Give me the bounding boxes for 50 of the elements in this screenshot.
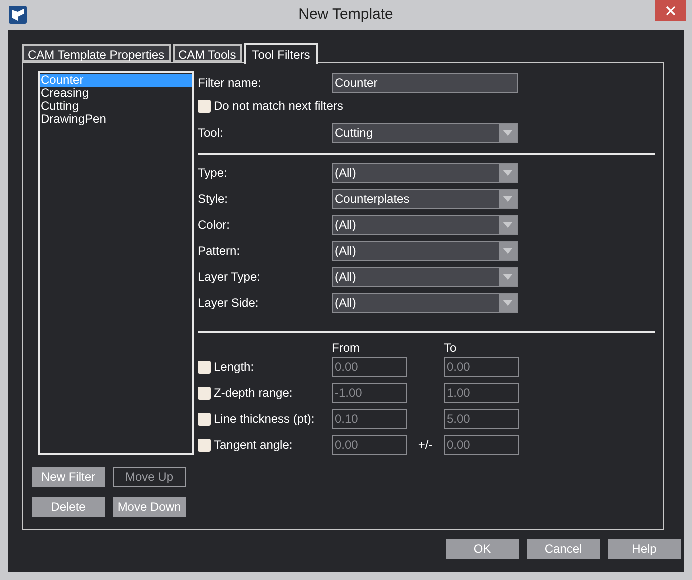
field-label: Type: xyxy=(198,165,228,182)
tab[interactable]: CAM Template Properties xyxy=(22,44,170,62)
dropdown[interactable]: (All) xyxy=(332,215,518,235)
field-label: Layer Type: xyxy=(198,269,262,286)
list-item[interactable]: Counter xyxy=(40,74,192,87)
field-label: Length: xyxy=(214,359,254,376)
field-label: Layer Side: xyxy=(198,295,260,312)
column-header: To xyxy=(444,340,457,353)
dropdown-arrow-icon xyxy=(503,274,513,280)
dropdown[interactable]: (All) xyxy=(332,163,518,183)
dropdown-arrow-icon xyxy=(503,170,513,176)
checkbox[interactable] xyxy=(198,100,211,112)
dropdown[interactable]: (All) xyxy=(332,267,518,287)
dropdown-arrow-icon xyxy=(503,248,513,254)
field-label: Z-depth range: xyxy=(214,385,293,402)
tab[interactable]: Tool Filters xyxy=(244,43,318,64)
app-logo-icon xyxy=(9,6,27,24)
filter-list[interactable]: Counter Creasing Cutting DrawingPen xyxy=(38,71,194,455)
close-icon xyxy=(666,6,676,16)
button[interactable]: Help xyxy=(608,539,681,559)
field-label: Color: xyxy=(198,217,232,234)
button[interactable]: Delete xyxy=(32,497,105,517)
field-label: Tool: xyxy=(198,125,224,142)
field-label: Pattern: xyxy=(198,243,242,260)
checkbox-label: Do not match next filters xyxy=(214,98,344,115)
field-label: Style: xyxy=(198,191,230,208)
field-label: Line thickness (pt): xyxy=(214,411,315,428)
button[interactable]: Move Down xyxy=(113,497,186,517)
field-label: Tangent angle: xyxy=(214,437,293,454)
button[interactable]: New Filter xyxy=(32,467,105,487)
plus-minus-label: +/- xyxy=(418,437,433,454)
dropdown[interactable]: Cutting xyxy=(332,123,518,143)
button[interactable]: Cancel xyxy=(527,539,600,559)
list-item[interactable]: Cutting xyxy=(40,100,192,113)
dropdown[interactable]: (All) xyxy=(332,293,518,313)
dropdown-arrow-icon xyxy=(503,300,513,306)
list-item[interactable]: DrawingPen xyxy=(40,113,192,126)
close-button[interactable] xyxy=(655,0,686,21)
dropdown-arrow-icon xyxy=(503,196,513,202)
tab[interactable]: CAM Tools xyxy=(172,44,242,62)
dropdown-arrow-icon xyxy=(503,130,513,136)
list-item[interactable]: Creasing xyxy=(40,87,192,100)
dropdown-arrow-icon xyxy=(503,222,513,228)
column-header: From xyxy=(332,340,361,353)
dropdown[interactable]: Counterplates xyxy=(332,189,518,209)
dropdown[interactable]: (All) xyxy=(332,241,518,261)
text-field[interactable]: Counter xyxy=(332,73,518,93)
button[interactable]: OK xyxy=(446,539,519,559)
window-title: New Template xyxy=(298,4,394,25)
field-label: Filter name: xyxy=(198,75,262,92)
